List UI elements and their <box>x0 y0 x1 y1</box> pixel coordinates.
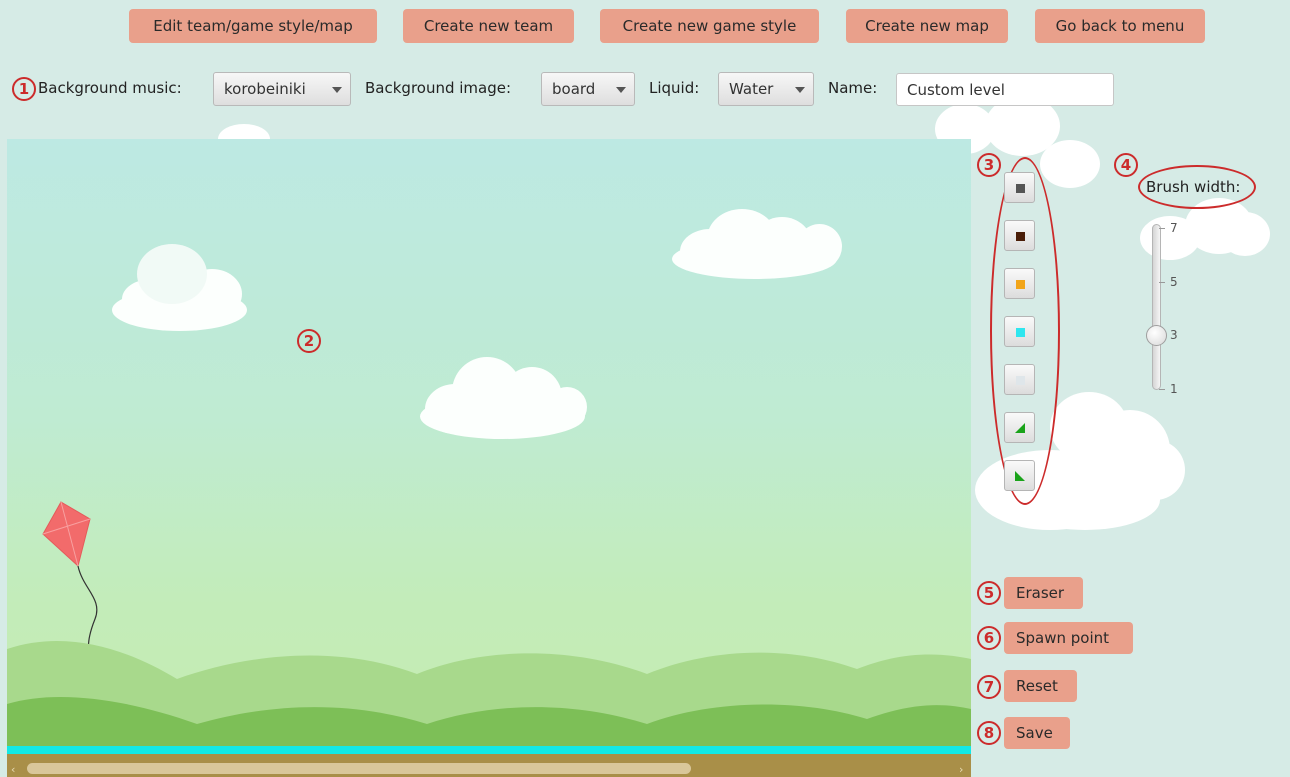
water-liquid <box>7 746 971 754</box>
slider-tick <box>1159 228 1165 229</box>
tool-cyan-block-button[interactable] <box>1004 316 1035 347</box>
brush-width-label: Brush width: <box>1146 178 1241 196</box>
tool-orange-block-button[interactable] <box>1004 268 1035 299</box>
cyan-block-icon <box>1016 328 1025 337</box>
edit-team-style-map-button[interactable]: Edit team/game style/map <box>129 9 377 43</box>
slider-tick <box>1159 389 1165 390</box>
slider-tick <box>1159 282 1165 283</box>
chevron-down-icon <box>616 87 626 93</box>
slider-tick-label: 3 <box>1170 328 1178 342</box>
annotation-8: 8 <box>977 721 1001 745</box>
tool-green-slope-left-button[interactable] <box>1004 460 1035 491</box>
annotation-7: 7 <box>977 675 1001 699</box>
liquid-value: Water <box>729 80 774 98</box>
annotation-4: 4 <box>1114 153 1138 177</box>
eraser-button[interactable]: Eraser <box>1004 577 1083 609</box>
annotation-5: 5 <box>977 581 1001 605</box>
brush-width-slider[interactable] <box>1152 224 1161 390</box>
name-input[interactable] <box>896 73 1114 106</box>
scrollbar-thumb[interactable] <box>27 763 691 774</box>
create-new-map-button[interactable]: Create new map <box>846 9 1008 43</box>
slider-tick-label: 7 <box>1170 221 1178 235</box>
green-slope-right-icon <box>1015 423 1025 433</box>
spawn-point-button[interactable]: Spawn point <box>1004 622 1133 654</box>
scroll-left-icon[interactable]: ‹ <box>11 763 15 776</box>
annotation-3: 3 <box>977 153 1001 177</box>
background-image-value: board <box>552 80 596 98</box>
map-canvas[interactable]: 2 <box>7 139 971 760</box>
background-music-label: Background music: <box>38 79 182 97</box>
slider-tick-label: 5 <box>1170 275 1178 289</box>
annotation-1: 1 <box>12 77 36 101</box>
background-image-label: Background image: <box>365 79 512 97</box>
ice-block-icon <box>1016 376 1025 385</box>
background-music-value: korobeiniki <box>224 80 306 98</box>
name-label: Name: <box>828 79 878 97</box>
tool-brown-block-button[interactable] <box>1004 220 1035 251</box>
scroll-right-icon[interactable]: › <box>959 763 963 776</box>
hills-background <box>7 640 971 746</box>
liquid-select[interactable]: Water <box>718 72 814 106</box>
brown-block-icon <box>1016 232 1025 241</box>
save-button[interactable]: Save <box>1004 717 1070 749</box>
tool-green-slope-right-button[interactable] <box>1004 412 1035 443</box>
annotation-6: 6 <box>977 626 1001 650</box>
create-new-team-button[interactable]: Create new team <box>403 9 574 43</box>
orange-block-icon <box>1016 280 1025 289</box>
dark-gray-block-icon <box>1016 184 1025 193</box>
tool-dark-gray-block-button[interactable] <box>1004 172 1035 203</box>
horizontal-scrollbar[interactable]: ‹ › <box>7 760 971 777</box>
liquid-label: Liquid: <box>649 79 700 97</box>
create-new-game-style-button[interactable]: Create new game style <box>600 9 819 43</box>
background-image-select[interactable]: board <box>541 72 635 106</box>
chevron-down-icon <box>795 87 805 93</box>
go-back-to-menu-button[interactable]: Go back to menu <box>1035 9 1205 43</box>
annotation-2: 2 <box>297 329 321 353</box>
slider-tick-label: 1 <box>1170 382 1178 396</box>
reset-button[interactable]: Reset <box>1004 670 1077 702</box>
tool-ice-block-button[interactable] <box>1004 364 1035 395</box>
background-music-select[interactable]: korobeiniki <box>213 72 351 106</box>
chevron-down-icon <box>332 87 342 93</box>
green-slope-left-icon <box>1015 471 1025 481</box>
brush-width-slider-thumb[interactable] <box>1146 325 1167 347</box>
